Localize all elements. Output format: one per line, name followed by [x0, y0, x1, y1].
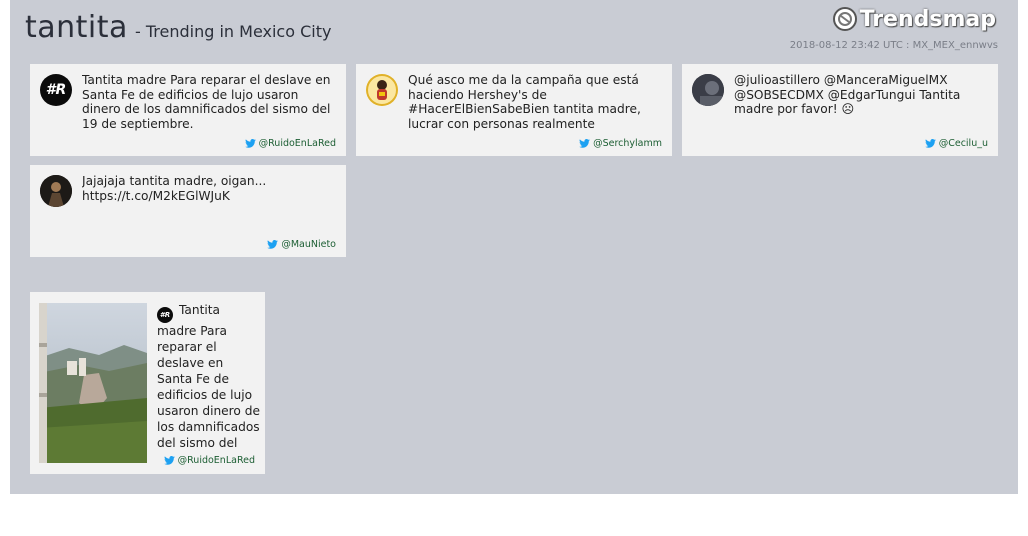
handle-text: @Cecilu_u [938, 138, 988, 149]
user-avatar-icon[interactable] [692, 74, 724, 106]
media-tweet-body: Tantita madre Para reparar el deslave en… [157, 303, 260, 450]
twitter-bird-icon [924, 139, 936, 148]
twitter-bird-icon [267, 240, 279, 249]
media-tweet-card[interactable]: #R Tantita madre Para reparar el deslave … [30, 292, 265, 474]
tweet-handle-link[interactable]: @RuidoEnLaRed [163, 455, 255, 466]
twitter-bird-icon [163, 456, 175, 465]
twitter-bird-icon [579, 139, 590, 148]
ruido-en-la-red-logo-icon[interactable]: #R [40, 74, 72, 106]
tweet-text: @julioastillero @ManceraMiguelMX @SOBSEC… [734, 73, 961, 116]
landslide-photo-image [39, 303, 147, 463]
twitter-bird-icon [244, 139, 256, 148]
user-avatar-icon[interactable] [366, 74, 398, 106]
trend-panel: tantita - Trending in Mexico City Trends… [10, 0, 1018, 494]
tweet-handle-link[interactable]: @Serchylamm [579, 138, 662, 149]
user-avatar-image [692, 74, 724, 106]
tweet-handle-link[interactable]: @RuidoEnLaRed [244, 138, 336, 149]
trendsmap-logo[interactable]: Trendsmap [832, 6, 996, 32]
handle-text: @RuidoEnLaRed [177, 455, 255, 466]
tweet-card[interactable]: #R Tantita madre Para reparar el deslave… [30, 64, 346, 156]
tweet-card[interactable]: Qué asco me da la campaña que está hacie… [356, 64, 672, 156]
media-tweet-text: #R Tantita madre Para reparar el deslave … [157, 302, 261, 454]
tweet-handle-link[interactable]: @MauNieto [267, 239, 336, 250]
trend-location: - Trending in Mexico City [135, 22, 332, 41]
tweet-photo[interactable] [39, 303, 147, 463]
user-avatar-icon[interactable] [40, 175, 72, 207]
tweet-card[interactable]: Jajajaja tantita madre, oigan... https:/… [30, 165, 346, 257]
ruido-en-la-red-logo-icon[interactable]: #R [157, 307, 173, 323]
trendsmap-globe-icon [832, 7, 857, 31]
tweet-card[interactable]: @julioastillero @ManceraMiguelMX @SOBSEC… [682, 64, 998, 156]
tweet-text: Tantita madre Para reparar el deslave en… [82, 73, 331, 131]
handle-text: @RuidoEnLaRed [258, 138, 336, 149]
page-title: tantita - Trending in Mexico City [25, 10, 331, 45]
tweet-handle-link[interactable]: @Cecilu_u [924, 138, 988, 149]
brand-name: Trendsmap [859, 6, 996, 32]
timestamp: 2018-08-12 23:42 UTC : MX_MEX_ennwvs [789, 40, 998, 51]
trend-term[interactable]: tantita [25, 10, 128, 45]
handle-text: @MauNieto [281, 239, 336, 250]
handle-text: @Serchylamm [593, 138, 662, 149]
tweet-text: Jajajaja tantita madre, oigan... https:/… [82, 174, 267, 203]
user-avatar-image [366, 74, 398, 106]
tweet-text: Qué asco me da la campaña que está hacie… [408, 73, 641, 131]
user-avatar-image [40, 175, 72, 207]
